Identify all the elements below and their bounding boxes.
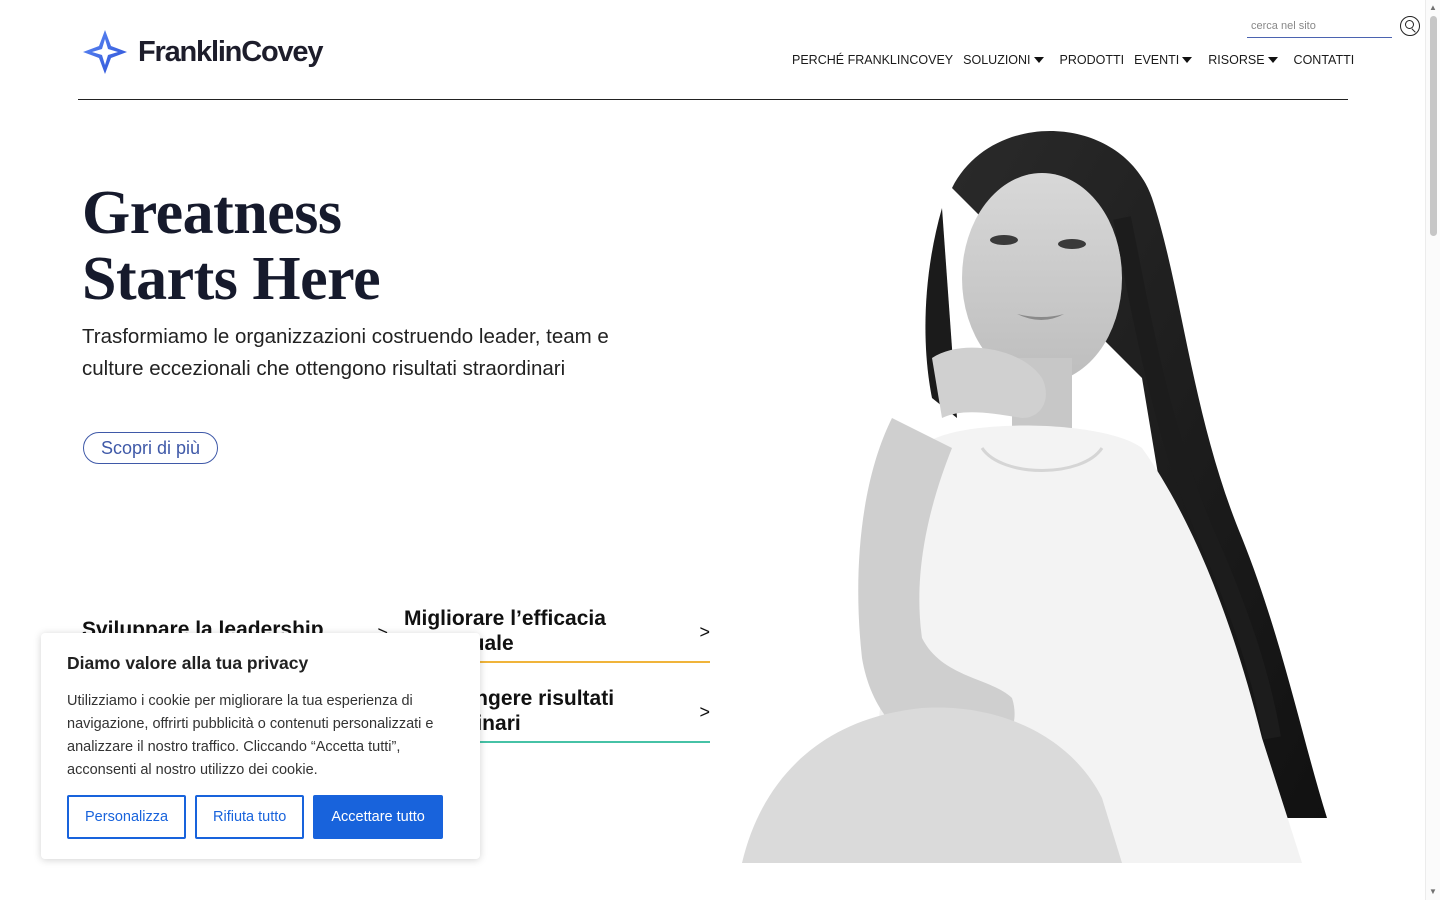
nav-item-prodotti[interactable]: PRODOTTI <box>1060 53 1125 67</box>
hero-title-line1: Greatness <box>82 179 342 247</box>
search-input[interactable] <box>1247 14 1392 38</box>
nav-label: EVENTI <box>1134 53 1180 67</box>
logo-star-icon <box>83 30 127 74</box>
header-divider <box>78 99 1348 100</box>
nav-label: PERCHÉ FRANKLINCOVEY <box>792 53 954 67</box>
main-nav: PERCHÉ FRANKLINCOVEY SOLUZIONI PRODOTTI … <box>792 53 1364 67</box>
discover-more-button[interactable]: Scopri di più <box>83 432 219 464</box>
hero-subtitle: Trasformiamo le organizzazioni costruend… <box>82 325 609 380</box>
hero-title-line2: Starts Here <box>82 245 381 313</box>
nav-item-perche[interactable]: PERCHÉ FRANKLINCOVEY <box>792 53 953 67</box>
hero-title: Greatness Starts Here <box>82 179 381 313</box>
scroll-down-icon[interactable]: ▼ <box>1429 888 1437 896</box>
caret-down-icon <box>1033 57 1044 63</box>
page-scrollbar[interactable]: ▲ ▼ <box>1425 0 1440 900</box>
nav-label: CONTATTI <box>1293 53 1355 67</box>
nav-item-risorse[interactable]: RISORSE <box>1208 53 1278 67</box>
brand-logo[interactable]: FranklinCovey <box>82 29 323 75</box>
cookie-reject-button[interactable]: Rifiuta tutto <box>195 795 305 839</box>
cookie-consent-banner: Diamo valore alla tua privacy Utilizziam… <box>41 633 480 859</box>
logo-wordmark: FranklinCovey <box>138 35 323 68</box>
scroll-up-icon[interactable]: ▲ <box>1429 4 1437 12</box>
hero-portrait-image <box>742 118 1342 863</box>
nav-label: PRODOTTI <box>1059 53 1125 67</box>
cookie-customize-button[interactable]: Personalizza <box>67 795 187 839</box>
nav-label: SOLUZIONI <box>963 53 1031 67</box>
nav-item-contatti[interactable]: CONTATTI <box>1294 53 1355 67</box>
nav-item-soluzioni[interactable]: SOLUZIONI <box>963 53 1044 67</box>
chevron-right-icon: > <box>699 702 710 722</box>
cookie-accept-button[interactable]: Accettare tutto <box>313 795 443 839</box>
cookie-buttons: Personalizza Rifiuta tutto Accettare tut… <box>67 795 443 839</box>
chevron-right-icon: > <box>699 622 710 642</box>
search-icon[interactable] <box>1400 16 1420 36</box>
caret-down-icon <box>1267 57 1278 63</box>
scrollbar-thumb[interactable] <box>1430 16 1437 236</box>
cookie-title: Diamo valore alla tua privacy <box>67 653 309 673</box>
caret-down-icon <box>1182 57 1193 63</box>
cookie-body: Utilizziamo i cookie per migliorare la t… <box>67 693 434 778</box>
nav-item-eventi[interactable]: EVENTI <box>1134 53 1193 67</box>
nav-label: RISORSE <box>1208 53 1265 67</box>
